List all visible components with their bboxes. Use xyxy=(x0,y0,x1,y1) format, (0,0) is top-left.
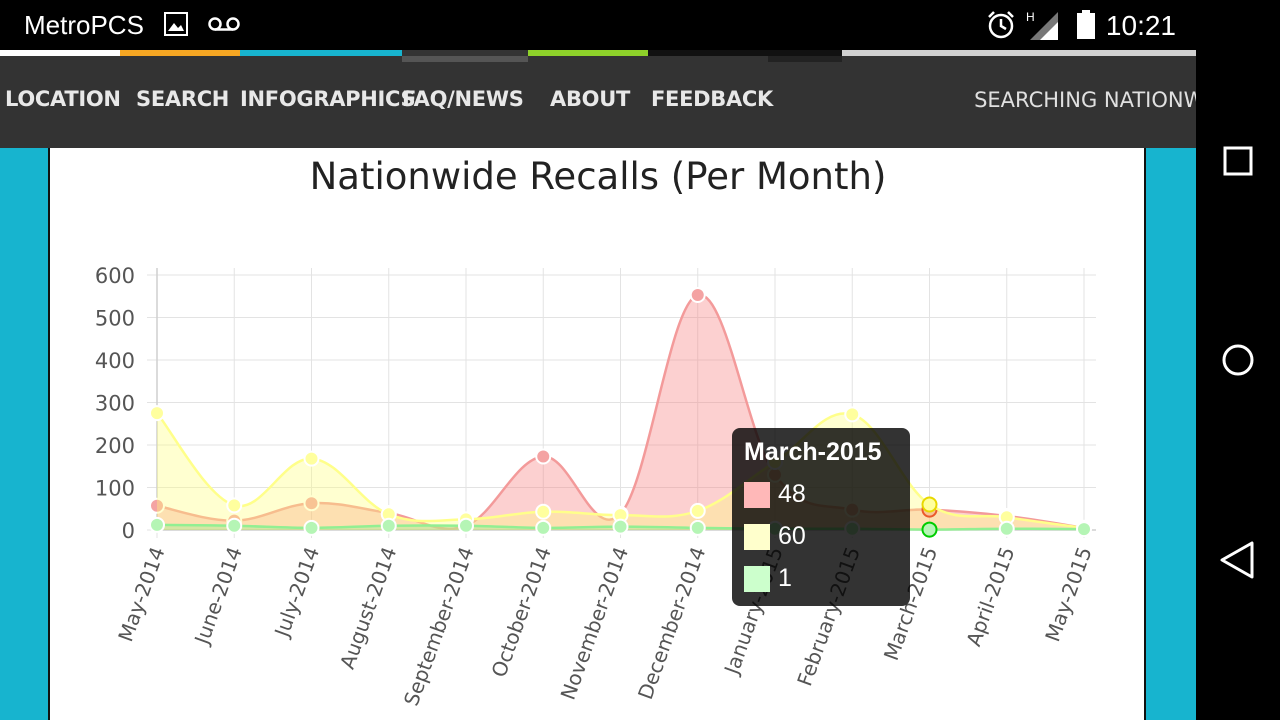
series-3-point xyxy=(1076,521,1092,538)
tooltip-value-1: 48 xyxy=(778,480,806,508)
y-tick-label: 500 xyxy=(95,307,135,331)
series-3-point xyxy=(226,517,243,534)
series-2-point xyxy=(921,496,938,513)
series-3-point xyxy=(612,518,629,535)
recents-icon[interactable] xyxy=(1212,140,1264,180)
series-3-point xyxy=(689,519,706,536)
series-2-point xyxy=(535,503,552,520)
series-1-point xyxy=(535,448,552,465)
x-tick-label: November-2014 xyxy=(556,544,634,703)
x-tick-label: December-2014 xyxy=(633,544,710,703)
tooltip-swatch-1 xyxy=(744,482,770,508)
series-3-point xyxy=(998,520,1015,537)
x-tick-label: April-2015 xyxy=(961,544,1019,650)
y-tick-label: 200 xyxy=(95,434,135,458)
home-icon[interactable] xyxy=(1212,340,1264,380)
x-tick-label: May-2014 xyxy=(113,544,169,645)
x-tick-label: August-2014 xyxy=(335,544,401,673)
series-3-point xyxy=(380,517,397,534)
series-2-point xyxy=(303,450,320,467)
series-3-point xyxy=(458,517,474,534)
series-3-point xyxy=(535,519,552,536)
x-tick-label: September-2014 xyxy=(399,544,479,710)
tooltip-title: March-2015 xyxy=(744,438,882,466)
tooltip-value-3: 1 xyxy=(778,564,792,592)
x-tick-label: July-2014 xyxy=(269,544,324,642)
x-tick-label: June-2014 xyxy=(189,544,247,650)
series-3-point xyxy=(149,516,165,533)
series-2-point xyxy=(149,405,165,422)
series-1-point xyxy=(689,286,706,303)
y-tick-label: 100 xyxy=(95,477,135,501)
y-tick-label: 0 xyxy=(122,519,135,543)
x-tick-label: May-2015 xyxy=(1040,544,1096,645)
series-2-point xyxy=(689,502,706,519)
tooltip-swatch-3 xyxy=(744,566,770,592)
y-tick-label: 300 xyxy=(95,392,135,416)
series-3-point xyxy=(921,521,938,538)
x-tick-label: October-2014 xyxy=(487,544,556,681)
y-tick-label: 600 xyxy=(95,264,135,288)
series-2-point xyxy=(226,497,243,514)
tooltip-swatch-2 xyxy=(744,524,770,550)
recalls-chart: 600 500 400 300 200 100 0May-2014 June-2014 July… xyxy=(95,264,1097,710)
tooltip-value-2: 60 xyxy=(778,522,806,550)
chart-tooltip: March-2015 48 60 1 xyxy=(732,428,910,606)
back-icon[interactable] xyxy=(1212,540,1264,580)
series-3-point xyxy=(303,519,320,536)
y-tick-label: 400 xyxy=(95,349,135,373)
series-2-point xyxy=(844,406,861,423)
